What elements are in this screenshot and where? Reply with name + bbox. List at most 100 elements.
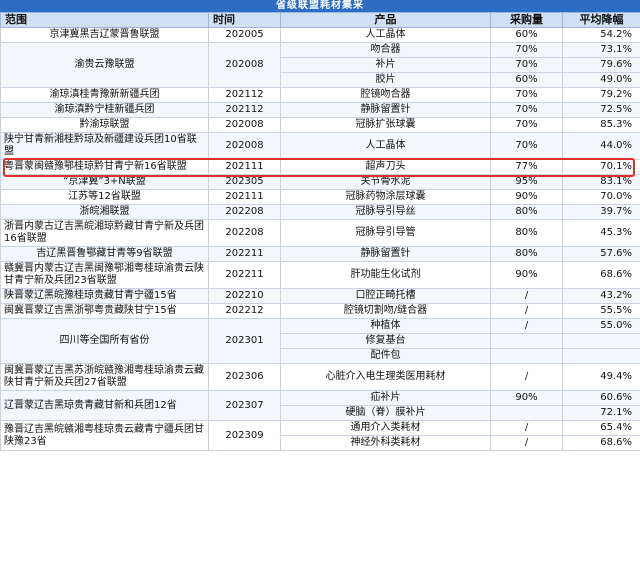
cell-product: 吻合器 — [280, 42, 491, 58]
table-row: 渝贵云豫联盟 202008 吻合器 70% 73.1% — [0, 42, 640, 88]
cell-decline: 72.5% — [562, 102, 640, 118]
cell-product: 疝补片 — [280, 390, 491, 406]
procurement-table: 范围 时间 产品 采购量 平均降幅 京津冀黑吉辽蒙晋鲁联盟 202005 人工晶体 6… — [0, 12, 640, 451]
cell-decline: 49.0% — [562, 72, 640, 88]
cell-product: 腔镜切割吻/缝合器 — [280, 303, 491, 319]
cell-product: 修复基台 — [280, 333, 491, 349]
table-row: 浙晋内蒙古辽吉黑皖湘琼黔藏甘青宁新及兵团16省联盟 202208 冠脉导引导管 80%… — [0, 219, 640, 247]
cell-purchase: / — [490, 318, 563, 334]
cell-product: 静脉留置针 — [280, 246, 491, 262]
cell-product: 硬脑（脊）膜补片 — [280, 405, 491, 421]
cell-purchase: 70% — [490, 57, 563, 73]
cell-product: 腔镜吻合器 — [280, 87, 491, 103]
cell-decline: 57.6% — [562, 246, 640, 262]
cell-time: 202111 — [208, 189, 281, 205]
cell-purchase: / — [490, 363, 563, 391]
cell-product: 种植体 — [280, 318, 491, 334]
cell-purchase: 80% — [490, 204, 563, 220]
table-title: 省级联盟耗材集采 — [0, 0, 640, 12]
cell-decline: 55.0% — [562, 318, 640, 334]
cell-time: 202008 — [208, 42, 281, 88]
header-time: 时间 — [208, 12, 281, 28]
cell-alliance: 陕宁甘青新湘桂黔琼及新疆建设兵团10省联盟 — [0, 132, 209, 160]
table-row: 江苏等12省联盟 202111 冠脉药物涂层球囊 90% 70.0% — [0, 189, 640, 205]
cell-alliance: 闽冀晋蒙辽吉黑苏浙皖赣豫湘粤桂琼渝贵云藏陕甘青宁新及兵团27省联盟 — [0, 363, 209, 391]
table-row: 闽冀晋蒙辽吉黑浙鄂粤贵藏陕甘宁15省 202212 腔镜切割吻/缝合器/55.5% — [0, 303, 640, 319]
cell-decline: 44.0% — [562, 132, 640, 160]
cell-alliance: 赣冀晋内蒙古辽吉黑闽豫鄂湘粤桂琼渝贵云陕甘青宁新及兵团23省联盟 — [0, 261, 209, 289]
cell-alliance: 浙皖湘联盟 — [0, 204, 209, 220]
table-row: 浙皖湘联盟 202208 冠脉导引导丝 80% 39.7% — [0, 204, 640, 220]
cell-time: 202112 — [208, 87, 281, 103]
cell-time: 202305 — [208, 174, 281, 190]
table-row: 四川等全国所有省份 202301 种植体/55.0% — [0, 318, 640, 364]
cell-product: 冠脉导引导丝 — [280, 204, 491, 220]
cell-decline — [562, 333, 640, 349]
cell-decline: 85.3% — [562, 117, 640, 133]
cell-alliance: 吉辽黑晋鲁鄂藏甘青等9省联盟 — [0, 246, 209, 262]
cell-product: 静脉留置针 — [280, 102, 491, 118]
watermark — [0, 561, 70, 575]
cell-product: 冠脉导引导管 — [280, 219, 491, 247]
cell-decline: 68.6% — [562, 261, 640, 289]
cell-product: 人工晶体 — [280, 27, 491, 43]
header-product: 产品 — [280, 12, 491, 28]
cell-alliance: 陕晋蒙辽黑皖豫桂琼贵藏甘青宁疆15省 — [0, 288, 209, 304]
table-row: 黔渝琼联盟 202008 冠脉扩张球囊 70% 85.3% — [0, 117, 640, 133]
cell-purchase: 70% — [490, 132, 563, 160]
table-row: 渝琼滇桂青豫新新疆兵团 202112 腔镜吻合器 70% 79.2% — [0, 87, 640, 103]
header-row: 范围 时间 产品 采购量 平均降幅 — [0, 12, 640, 28]
cell-alliance: 豫晋辽吉黑皖赣湘粤桂琼贵云藏青宁疆兵团甘陕豫23省 — [0, 420, 209, 451]
cell-alliance: 渝琼滇黔宁桂新疆兵团 — [0, 102, 209, 118]
cell-purchase: / — [490, 420, 563, 436]
cell-purchase: 70% — [490, 42, 563, 58]
cell-time: 202306 — [208, 363, 281, 391]
cell-product: 心脏介入电生理类医用耗材 — [280, 363, 491, 391]
cell-product: 配件包 — [280, 348, 491, 364]
cell-product: 超声刀头 — [280, 159, 491, 175]
cell-decline: 60.6% — [562, 390, 640, 406]
cell-product: 补片 — [280, 57, 491, 73]
cell-decline: 73.1% — [562, 42, 640, 58]
table-row: “京津冀”3+N联盟 202305 关节骨水泥 95% 83.1% — [0, 174, 640, 190]
cell-alliance: 闽冀晋蒙辽吉黑浙鄂粤贵藏陕甘宁15省 — [0, 303, 209, 319]
cell-product: 胶片 — [280, 72, 491, 88]
cell-alliance: 渝贵云豫联盟 — [0, 42, 209, 88]
cell-purchase: 60% — [490, 27, 563, 43]
header-decline: 平均降幅 — [562, 12, 640, 28]
cell-decline: 70.0% — [562, 189, 640, 205]
cell-product: 神经外科类耗材 — [280, 435, 491, 451]
cell-alliance: 粤晋蒙闽赣豫鄂桂琼黔甘青宁新16省联盟 — [0, 159, 209, 175]
table-row: 豫晋辽吉黑皖赣湘粤桂琼贵云藏青宁疆兵团甘陕豫23省 202309 通用介入类耗材/6… — [0, 420, 640, 451]
cell-purchase: / — [490, 288, 563, 304]
cell-decline: 49.4% — [562, 363, 640, 391]
cell-time: 202210 — [208, 288, 281, 304]
cell-time: 202005 — [208, 27, 281, 43]
cell-product: 口腔正畸托槽 — [280, 288, 491, 304]
table-row: 吉辽黑晋鲁鄂藏甘青等9省联盟 202211 静脉留置针 80% 57.6% — [0, 246, 640, 262]
cell-product: 关节骨水泥 — [280, 174, 491, 190]
cell-purchase: 70% — [490, 117, 563, 133]
cell-purchase: 60% — [490, 72, 563, 88]
cell-decline: 55.5% — [562, 303, 640, 319]
cell-alliance: 浙晋内蒙古辽吉黑皖湘琼黔藏甘青宁新及兵团16省联盟 — [0, 219, 209, 247]
cell-purchase: 90% — [490, 390, 563, 406]
cell-time: 202307 — [208, 390, 281, 421]
cell-purchase: / — [490, 435, 563, 451]
cell-decline: 79.2% — [562, 87, 640, 103]
cell-time: 202008 — [208, 132, 281, 160]
cell-decline: 65.4% — [562, 420, 640, 436]
cell-time: 202211 — [208, 246, 281, 262]
cell-product: 冠脉扩张球囊 — [280, 117, 491, 133]
cell-purchase: 90% — [490, 261, 563, 289]
cell-decline — [562, 348, 640, 364]
cell-time: 202301 — [208, 318, 281, 364]
cell-product: 通用介入类耗材 — [280, 420, 491, 436]
cell-time: 202212 — [208, 303, 281, 319]
header-purchase: 采购量 — [490, 12, 563, 28]
cell-alliance: 江苏等12省联盟 — [0, 189, 209, 205]
cell-alliance: 黔渝琼联盟 — [0, 117, 209, 133]
cell-time: 202111 — [208, 159, 281, 175]
cell-product: 肝功能生化试剂 — [280, 261, 491, 289]
cell-time: 202008 — [208, 117, 281, 133]
